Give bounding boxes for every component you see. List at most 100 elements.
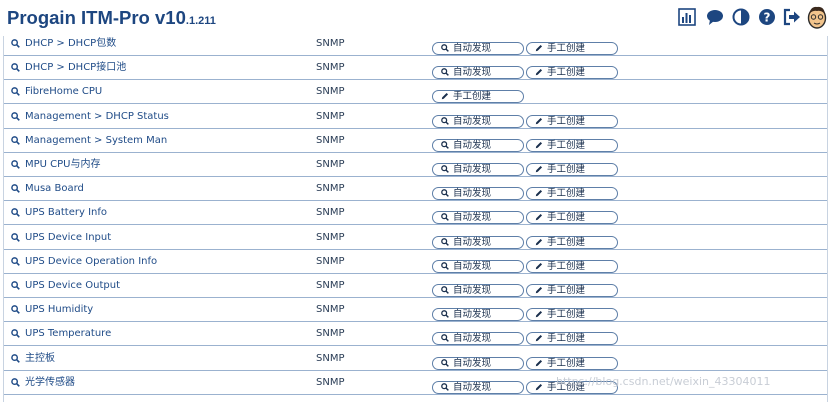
manual-create-button[interactable]: 手工创建 xyxy=(526,114,618,128)
pencil-icon xyxy=(535,334,543,345)
auto-discover-button[interactable]: 自动发现 xyxy=(432,211,524,225)
indicator-name-link[interactable]: UPS Humidity xyxy=(11,304,93,318)
pencil-icon xyxy=(441,92,449,103)
table-row: Management > DHCP Status SNMP 自动发现 手工创建 xyxy=(4,104,827,129)
auto-discover-button[interactable]: 自动发现 xyxy=(432,356,524,370)
indicator-name-link[interactable]: MPU CPU与内存 xyxy=(11,159,101,173)
auto-discover-button[interactable]: 自动发现 xyxy=(432,380,524,394)
auto-discover-label: 自动发现 xyxy=(453,188,492,200)
auto-discover-button[interactable]: 自动发现 xyxy=(432,138,524,152)
auto-discover-label: 自动发现 xyxy=(453,309,492,321)
indicator-name-link[interactable]: DHCP > DHCP包数 xyxy=(11,38,116,52)
auto-discover-button[interactable]: 自动发现 xyxy=(432,42,524,55)
magnifier-icon xyxy=(11,63,20,76)
pencil-icon xyxy=(535,213,543,224)
auto-discover-label: 自动发现 xyxy=(453,333,492,345)
auto-discover-label: 自动发现 xyxy=(453,43,492,54)
table-row: DHCP > DHCP接口池 SNMP 自动发现 手工创建 xyxy=(4,56,827,81)
manual-create-label: 手工创建 xyxy=(547,43,586,54)
indicator-name-link[interactable]: FibreHome CPU xyxy=(11,86,102,100)
manual-create-button[interactable]: 手工创建 xyxy=(526,235,618,249)
magnifier-icon xyxy=(11,87,20,100)
auto-discover-button[interactable]: 自动发现 xyxy=(432,235,524,249)
watermark: https://blog.csdn.net/weixin_43304011 xyxy=(556,375,771,388)
bar-chart-icon[interactable] xyxy=(678,8,696,26)
manual-create-button[interactable]: 手工创建 xyxy=(526,284,618,297)
pencil-icon xyxy=(535,44,543,55)
auto-discover-button[interactable]: 自动发现 xyxy=(432,114,524,128)
indicator-name: 主控板 xyxy=(25,352,55,364)
table-row: Musa Board SNMP 自动发现 手工创建 xyxy=(4,177,827,202)
table-row: 主控板 SNMP 自动发现 手工创建 xyxy=(4,346,827,371)
app-header: Progain ITM-Pro v10.1.211 ? xyxy=(0,0,832,36)
search-icon xyxy=(441,310,449,321)
manual-create-label: 手工创建 xyxy=(547,333,586,345)
magnifier-icon xyxy=(11,281,20,294)
auto-discover-label: 自动发现 xyxy=(453,164,492,175)
auto-discover-label: 自动发现 xyxy=(453,115,492,127)
magnifier-icon xyxy=(11,377,20,391)
auto-discover-label: 自动发现 xyxy=(453,285,492,296)
indicator-name-link[interactable]: Management > DHCP Status xyxy=(11,111,169,125)
table-row: UPS Temperature SNMP 自动发现 手工创建 xyxy=(4,322,827,347)
manual-create-button[interactable]: 手工创建 xyxy=(526,259,618,273)
pencil-icon xyxy=(535,117,543,128)
indicator-name-link[interactable]: 主控板 xyxy=(11,353,55,367)
indicator-name-link[interactable]: UPS Temperature xyxy=(11,328,111,342)
indicator-name: UPS Device Operation Info xyxy=(25,255,158,267)
manual-create-button[interactable]: 手工创建 xyxy=(526,211,618,225)
indicator-name-link[interactable]: UPS Battery Info xyxy=(11,207,107,221)
contrast-icon[interactable] xyxy=(732,8,750,26)
manual-create-button[interactable]: 手工创建 xyxy=(526,187,618,201)
protocol-cell: SNMP xyxy=(316,304,345,316)
manual-create-label: 手工创建 xyxy=(547,285,586,296)
auto-discover-button[interactable]: 自动发现 xyxy=(432,66,524,80)
logout-icon[interactable] xyxy=(783,8,801,26)
magnifier-icon xyxy=(11,353,20,367)
manual-create-button[interactable]: 手工创建 xyxy=(526,42,618,55)
avatar[interactable] xyxy=(806,5,828,29)
indicator-name-link[interactable]: Musa Board xyxy=(11,183,84,197)
pencil-icon xyxy=(535,141,543,152)
indicator-name: MPU CPU与内存 xyxy=(25,159,101,170)
app-version: v10.1.211 xyxy=(155,7,216,28)
protocol-cell: SNMP xyxy=(316,134,345,146)
auto-discover-button[interactable]: 自动发现 xyxy=(432,332,524,346)
indicator-name-link[interactable]: DHCP > DHCP接口池 xyxy=(11,62,126,76)
manual-create-button[interactable]: 手工创建 xyxy=(432,90,524,104)
magnifier-icon xyxy=(11,208,20,221)
manual-create-button[interactable]: 手工创建 xyxy=(526,332,618,346)
magnifier-icon xyxy=(11,111,20,125)
auto-discover-button[interactable]: 自动发现 xyxy=(432,187,524,201)
protocol-cell: SNMP xyxy=(316,183,345,195)
protocol-cell: SNMP xyxy=(316,86,345,98)
indicator-name-link[interactable]: UPS Device Input xyxy=(11,232,111,246)
manual-create-button[interactable]: 手工创建 xyxy=(526,163,618,176)
indicator-name-link[interactable]: UPS Device Operation Info xyxy=(11,256,157,270)
manual-create-button[interactable]: 手工创建 xyxy=(526,356,618,370)
chat-bubble-icon[interactable] xyxy=(706,8,724,26)
indicator-name: 光学传感器 xyxy=(25,376,75,388)
search-icon xyxy=(441,213,449,224)
indicator-name-link[interactable]: Management > System Man xyxy=(11,135,167,149)
table-row: UPS Device Input SNMP 自动发现 手工创建 xyxy=(4,225,827,250)
indicator-name-link[interactable]: 光学传感器 xyxy=(11,377,75,391)
search-icon xyxy=(441,189,449,200)
auto-discover-button[interactable]: 自动发现 xyxy=(432,308,524,322)
manual-create-button[interactable]: 手工创建 xyxy=(526,138,618,152)
magnifier-icon xyxy=(11,232,20,246)
app-title: Progain ITM-Pro v10.1.211 xyxy=(7,7,216,29)
magnifier-icon xyxy=(11,329,20,342)
pencil-icon xyxy=(535,310,543,321)
indicator-name-link[interactable]: UPS Device Output xyxy=(11,280,120,294)
help-icon[interactable]: ? xyxy=(758,8,776,26)
search-icon xyxy=(441,382,449,394)
manual-create-button[interactable]: 手工创建 xyxy=(526,66,618,80)
auto-discover-button[interactable]: 自动发现 xyxy=(432,284,524,297)
auto-discover-button[interactable]: 自动发现 xyxy=(432,259,524,273)
protocol-cell: SNMP xyxy=(316,255,345,267)
protocol-cell: SNMP xyxy=(316,62,345,74)
auto-discover-button[interactable]: 自动发现 xyxy=(432,163,524,176)
manual-create-button[interactable]: 手工创建 xyxy=(526,308,618,322)
magnifier-icon xyxy=(11,184,20,197)
